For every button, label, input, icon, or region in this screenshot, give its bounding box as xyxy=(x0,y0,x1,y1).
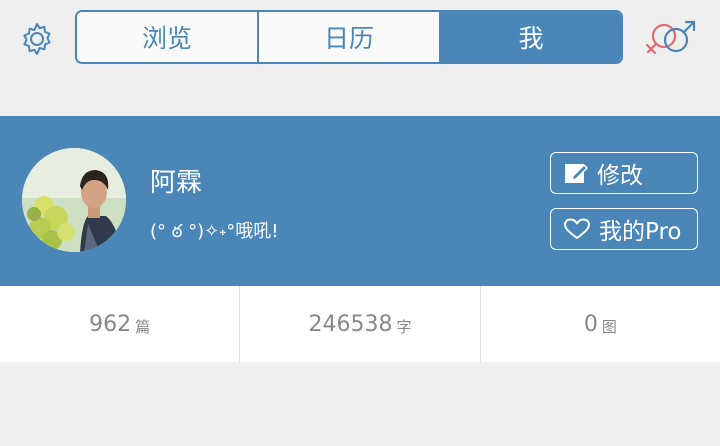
top-bar: 浏览 日历 我 xyxy=(0,0,720,78)
profile-motto: (° ఠ °)✧˖°哦吼! xyxy=(150,221,279,242)
segmented-tabs: 浏览 日历 我 xyxy=(75,10,623,64)
edit-profile-button[interactable]: 修改 xyxy=(550,152,698,194)
username: 阿霖 xyxy=(150,168,203,198)
gender-icon[interactable] xyxy=(640,14,702,62)
tab-me[interactable]: 我 xyxy=(439,12,621,62)
stat-images[interactable]: 0 图 xyxy=(479,286,720,362)
edit-button-label: 修改 xyxy=(597,163,643,189)
stats-bar: 962 篇 246538 字 0 图 xyxy=(0,286,720,362)
heart-icon xyxy=(564,218,590,239)
stat-value: 246538 xyxy=(308,311,393,337)
stat-articles[interactable]: 962 篇 xyxy=(0,286,239,362)
my-pro-button-label: 我的Pro xyxy=(599,219,682,245)
stat-unit: 篇 xyxy=(135,317,151,336)
gear-icon[interactable] xyxy=(18,20,56,58)
tab-calendar[interactable]: 日历 xyxy=(257,12,439,62)
edit-icon xyxy=(565,164,588,183)
tab-browse[interactable]: 浏览 xyxy=(77,12,257,62)
stat-value: 0 xyxy=(583,311,598,337)
my-pro-button[interactable]: 我的Pro xyxy=(550,208,698,250)
stat-unit: 图 xyxy=(601,317,617,336)
stat-unit: 字 xyxy=(396,317,412,336)
avatar-image xyxy=(22,148,126,252)
avatar[interactable] xyxy=(22,148,126,252)
profile-card: 阿霖 (° ఠ °)✧˖°哦吼! 修改 我的Pro xyxy=(0,116,720,286)
stat-words[interactable]: 246538 字 xyxy=(239,286,479,362)
stat-value: 962 xyxy=(89,311,132,337)
